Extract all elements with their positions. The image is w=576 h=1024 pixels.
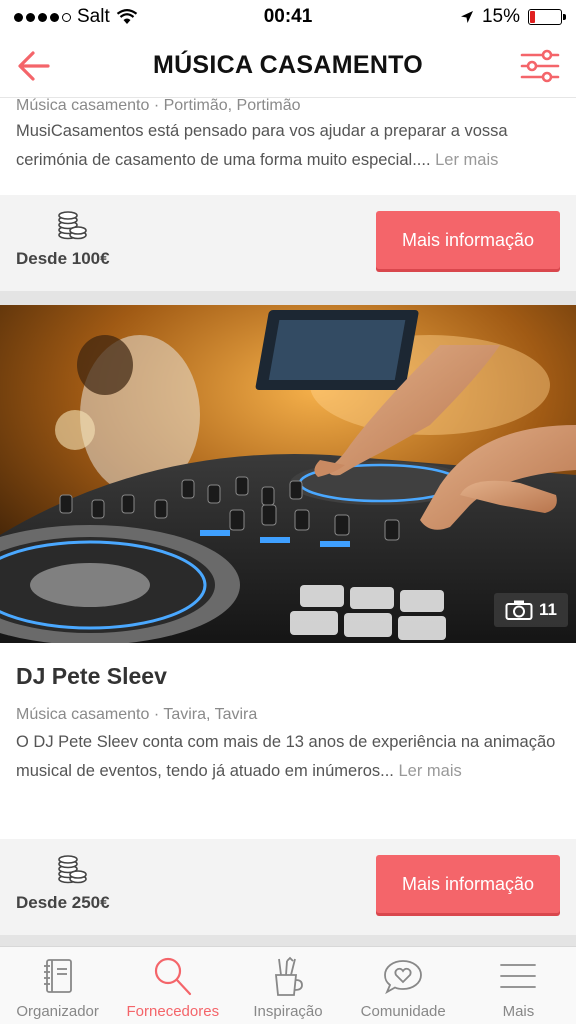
tab-label: Fornecedores: [126, 1003, 220, 1020]
read-more-link[interactable]: Ler mais: [398, 762, 461, 780]
read-more-link[interactable]: Ler mais: [435, 151, 498, 169]
battery-icon: [528, 9, 566, 25]
listing-card-dj-pete-sleev[interactable]: DJ Pete Sleev Música casamento · Tavira,…: [0, 643, 576, 839]
status-right: 15%: [460, 6, 566, 28]
status-left: Salt: [14, 6, 138, 28]
vendor-name[interactable]: DJ Pete Sleev: [16, 663, 560, 690]
page-title: MÚSICA CASAMENTO: [152, 51, 424, 79]
card-separator: [0, 935, 576, 946]
tab-fornecedores[interactable]: Fornecedores: [115, 947, 230, 1024]
battery-percent: 15%: [481, 6, 520, 27]
location-arrow-icon: [460, 11, 473, 23]
listing-category-location: Música casamento · Portimão, Portimão: [16, 98, 301, 114]
results-list[interactable]: Música casamento · Portimão, Portimão Mu…: [0, 98, 576, 946]
search-icon: [154, 957, 191, 996]
listing-description: MusiCasamentos está pensado para vos aju…: [16, 117, 560, 175]
price-bar: Desde 100€ Mais informação: [0, 195, 576, 291]
status-bar: Salt 00:41 15%: [0, 0, 576, 34]
nav-bar: MÚSICA CASAMENTO: [0, 34, 576, 98]
tab-inspiracao[interactable]: Inspiração: [230, 947, 345, 1024]
dj-mixer-photo: [0, 305, 576, 643]
tab-organizador[interactable]: Organizador: [0, 947, 115, 1024]
tab-label: Comunidade: [360, 1003, 446, 1020]
listing-category-location: Música casamento · Tavira, Tavira: [16, 706, 258, 723]
back-arrow-icon[interactable]: [14, 46, 54, 86]
wifi-icon: [116, 9, 137, 24]
notebook-icon: [43, 959, 72, 993]
tab-label: Inspiração: [253, 1003, 323, 1020]
card-separator: [0, 291, 576, 305]
listing-description: O DJ Pete Sleev conta com mais de 13 ano…: [16, 728, 560, 786]
camera-icon: [505, 600, 533, 620]
menu-icon: [500, 964, 537, 988]
listing-description-text: O DJ Pete Sleev conta com mais de 13 ano…: [16, 733, 556, 780]
more-info-button[interactable]: Mais informação: [376, 855, 560, 913]
listing-card-musicasamentos[interactable]: Música casamento · Portimão, Portimão Mu…: [0, 98, 576, 195]
tab-label: Mais: [502, 1003, 535, 1020]
signal-strength-icon: [14, 12, 71, 22]
price-bar: Desde 250€ Mais informação: [0, 839, 576, 935]
price-label: Desde 250€: [16, 893, 110, 912]
tab-mais[interactable]: Mais: [461, 947, 576, 1024]
heart-bubble-icon: [384, 960, 423, 995]
more-info-button[interactable]: Mais informação: [376, 211, 560, 269]
carrier-label: Salt: [77, 6, 110, 27]
photo-count-badge: 11: [494, 593, 568, 627]
tab-bar: Organizador Fornecedores Inspiração Comu…: [0, 946, 576, 1024]
photo-count: 11: [539, 600, 557, 619]
price-label: Desde 100€: [16, 249, 110, 268]
listing-photo-dj-pete-sleev[interactable]: 11: [0, 305, 576, 643]
listing-description-text: MusiCasamentos está pensado para vos aju…: [16, 122, 508, 169]
tab-label: Organizador: [16, 1003, 99, 1020]
coins-icon: [58, 211, 87, 240]
battery-level: [530, 11, 535, 23]
pencil-cup-icon: [275, 956, 303, 996]
tab-comunidade[interactable]: Comunidade: [346, 947, 461, 1024]
filter-sliders-icon[interactable]: [518, 46, 562, 86]
coins-icon: [58, 855, 87, 884]
clock: 00:41: [263, 6, 313, 27]
